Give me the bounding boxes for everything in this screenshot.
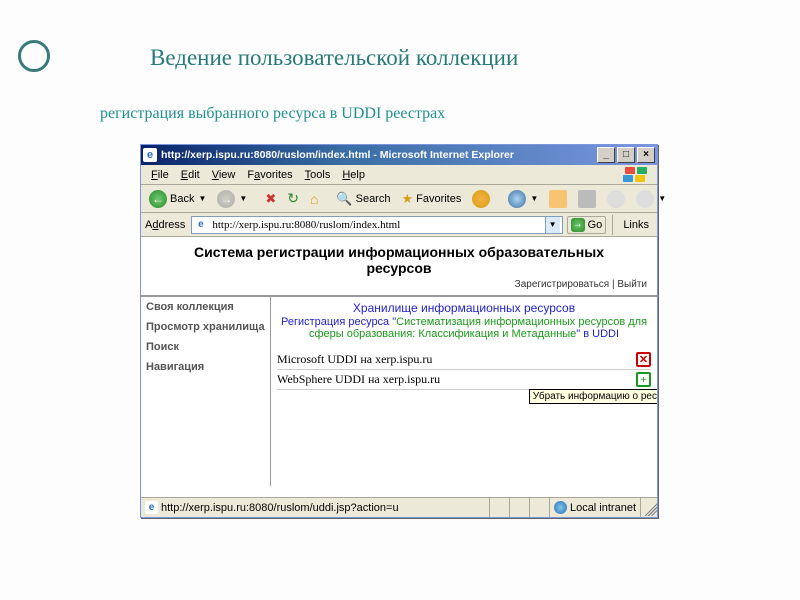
status-empty-3 — [530, 498, 550, 517]
go-button[interactable]: Go — [567, 216, 607, 234]
menu-bar: File Edit View Favorites Tools Help — [141, 165, 657, 185]
chevron-down-icon: ▼ — [197, 194, 206, 203]
history-icon — [508, 190, 526, 208]
address-dropdown-button[interactable]: ▼ — [545, 217, 560, 233]
menu-view[interactable]: View — [206, 169, 242, 181]
go-label: Go — [588, 219, 603, 231]
sidebar: Своя коллекция Просмотр хранилища Поиск … — [141, 297, 271, 486]
status-bar: http://xerp.ispu.ru:8080/ruslom/uddi.jsp… — [141, 497, 657, 517]
circle-icon — [607, 190, 625, 208]
close-button[interactable]: × — [637, 147, 655, 163]
address-bar: Address ▼ Go Links — [141, 213, 657, 237]
registration-text: Регистрация ресурса "Систематизация инфо… — [277, 316, 651, 340]
links-button[interactable]: Links — [619, 219, 653, 231]
page-icon — [145, 501, 158, 514]
history-button[interactable]: ▼ — [504, 188, 542, 210]
status-zone: Local intranet — [570, 502, 636, 514]
back-label: Back — [170, 193, 194, 205]
tooltip: Убрать информацию о рес — [529, 389, 657, 404]
extra-button-2[interactable]: ▼ — [632, 188, 670, 210]
windows-logo-icon — [621, 167, 649, 183]
print-icon — [578, 190, 596, 208]
delete-icon[interactable]: ✕ — [636, 352, 651, 367]
stop-button[interactable]: ✖ — [261, 189, 280, 209]
back-icon — [149, 190, 167, 208]
menu-help[interactable]: Help — [336, 169, 371, 181]
media-button[interactable] — [468, 188, 494, 210]
registry-row: Microsoft UDDI на xerp.ispu.ru ✕ — [277, 350, 651, 370]
registry-list: Microsoft UDDI на xerp.ispu.ru ✕ WebSphe… — [277, 350, 651, 390]
logout-link[interactable]: Выйти — [617, 279, 647, 290]
star-icon: ★ — [401, 191, 413, 207]
search-icon: 🔍 — [336, 191, 352, 207]
search-label: Search — [356, 193, 391, 205]
main-panel: Хранилище информационных ресурсов Регист… — [271, 297, 657, 486]
separator — [612, 215, 613, 235]
reg-suffix: " в UDDI — [576, 328, 619, 340]
menu-file[interactable]: File — [145, 169, 175, 181]
status-zone-cell: Local intranet — [550, 498, 641, 517]
links-label: Links — [623, 219, 649, 231]
page-title-line1: Система регистрации информационных образ… — [194, 244, 604, 260]
registry-label: Microsoft UDDI на xerp.ispu.ru — [277, 352, 630, 367]
search-button[interactable]: 🔍 Search — [332, 189, 394, 209]
page-content: Система регистрации информационных образ… — [141, 237, 657, 497]
minimize-button[interactable]: _ — [597, 147, 615, 163]
page-title-line2: ресурсов — [145, 260, 653, 276]
go-icon — [571, 218, 585, 232]
maximize-button[interactable]: □ — [617, 147, 635, 163]
add-icon[interactable]: + — [636, 372, 651, 387]
registry-label: WebSphere UDDI на xerp.ispu.ru — [277, 372, 630, 387]
page-icon — [194, 218, 207, 231]
media-icon — [472, 190, 490, 208]
print-button[interactable] — [574, 188, 600, 210]
register-link[interactable]: Зарегистрироваться — [515, 279, 610, 290]
refresh-button[interactable]: ↻ — [283, 188, 303, 209]
status-url: http://xerp.ispu.ru:8080/ruslom/uddi.jsp… — [161, 502, 399, 514]
favorites-label: Favorites — [416, 193, 461, 205]
forward-icon — [217, 190, 235, 208]
storage-title: Хранилище информационных ресурсов — [277, 301, 651, 315]
status-empty-1 — [490, 498, 510, 517]
intranet-icon — [554, 501, 567, 514]
page-header: Система регистрации информационных образ… — [141, 238, 657, 296]
slide-title: Ведение пользовательской коллекции — [150, 45, 760, 71]
window-title-bar[interactable]: http://xerp.ispu.ru:8080/ruslom/index.ht… — [141, 145, 657, 165]
back-button[interactable]: Back ▼ — [145, 188, 210, 210]
chevron-down-icon: ▼ — [238, 194, 247, 203]
window-title: http://xerp.ispu.ru:8080/ruslom/index.ht… — [161, 149, 597, 161]
extra-button-1[interactable] — [603, 188, 629, 210]
menu-tools[interactable]: Tools — [299, 169, 337, 181]
ie-icon — [143, 148, 157, 162]
menu-edit[interactable]: Edit — [175, 169, 206, 181]
chevron-down-icon: ▼ — [529, 194, 538, 203]
address-input[interactable] — [210, 218, 541, 232]
sidebar-item-browse[interactable]: Просмотр хранилища — [146, 321, 265, 333]
toolbar: Back ▼ ▼ ✖ ↻ ⌂ 🔍 Search ★ Favorites — [141, 185, 657, 213]
reg-prefix: Регистрация ресурса " — [281, 316, 396, 328]
registry-row: WebSphere UDDI на xerp.ispu.ru + — [277, 370, 651, 390]
status-empty-2 — [510, 498, 530, 517]
sidebar-item-navigation[interactable]: Навигация — [146, 361, 265, 373]
menu-favorites[interactable]: Favorites — [241, 169, 298, 181]
forward-button[interactable]: ▼ — [213, 188, 251, 210]
sidebar-item-collection[interactable]: Своя коллекция — [146, 301, 265, 313]
browser-window: http://xerp.ispu.ru:8080/ruslom/index.ht… — [140, 144, 658, 518]
circle-icon — [636, 190, 654, 208]
slide-decoration-circle — [18, 40, 50, 72]
mail-button[interactable] — [545, 188, 571, 210]
resize-grip[interactable] — [641, 500, 657, 516]
favorites-button[interactable]: ★ Favorites — [397, 189, 465, 209]
home-button[interactable]: ⌂ — [306, 189, 322, 209]
address-field-wrapper: ▼ — [191, 216, 562, 234]
chevron-down-icon: ▼ — [657, 194, 666, 203]
address-label: Address — [145, 219, 185, 231]
slide-subtitle: регистрация выбранного ресурса в UDDI ре… — [100, 105, 445, 123]
status-url-cell: http://xerp.ispu.ru:8080/ruslom/uddi.jsp… — [141, 498, 490, 517]
sidebar-item-search[interactable]: Поиск — [146, 341, 265, 353]
mail-icon — [549, 190, 567, 208]
